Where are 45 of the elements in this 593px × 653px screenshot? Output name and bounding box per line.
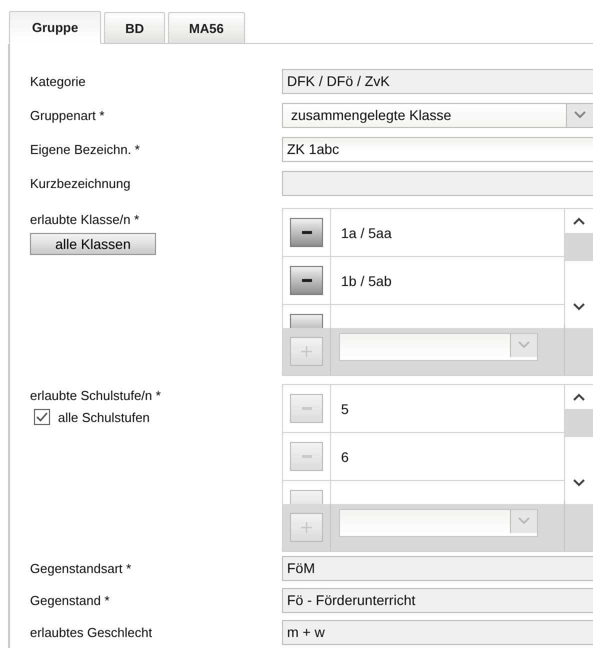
scrollbar-thumb[interactable]	[565, 233, 593, 261]
text-field[interactable]	[282, 170, 593, 196]
list-item[interactable]: 1a / 5aa	[341, 224, 392, 240]
field-label: Gruppenart *	[30, 108, 106, 122]
dropdown-field[interactable]: zusammengelegte Klasse	[282, 102, 593, 128]
tab[interactable]: BD	[104, 12, 166, 43]
field-label: erlaubte Klasse/n *	[30, 212, 140, 227]
chevron-down-icon	[518, 341, 530, 349]
chevron-down-icon	[574, 111, 586, 119]
field-label: erlaubtes Geschlecht	[30, 624, 154, 640]
checkbox-label: alle Schulstufen	[58, 410, 150, 424]
text-field[interactable]: m + w	[282, 620, 593, 644]
dropdown-field[interactable]	[339, 332, 538, 360]
field-label: Kategorie	[30, 74, 87, 88]
plus-icon	[301, 346, 312, 357]
remove-button[interactable]	[290, 266, 323, 295]
field-label: Gegenstandsart *	[30, 560, 132, 576]
minus-icon	[302, 279, 312, 282]
field-label: Eigene Bezeichn. *	[30, 142, 141, 156]
remove-button[interactable]	[290, 218, 323, 247]
chevron-up-icon	[573, 393, 585, 401]
chevron-down-icon	[518, 517, 530, 525]
add-button[interactable]	[290, 513, 323, 542]
chevron-down-icon	[573, 479, 585, 487]
list-item[interactable]: 1b / 5ab	[341, 272, 392, 288]
scrollbar-thumb[interactable]	[565, 409, 593, 437]
list-item[interactable]: 5	[341, 400, 349, 416]
text-field[interactable]: ZK 1abc	[282, 136, 593, 162]
tab[interactable]: MA56	[168, 12, 245, 43]
plus-icon	[301, 522, 312, 533]
add-button[interactable]	[290, 337, 323, 366]
field-label: Kurzbezeichnung	[30, 176, 132, 190]
text-field[interactable]: Fö - Förderunterricht	[282, 588, 593, 612]
tab[interactable]: Gruppe	[9, 11, 102, 44]
all-classes-button[interactable]: alle Klassen	[30, 233, 156, 255]
list-item[interactable]: 6	[341, 448, 349, 464]
text-field[interactable]: FöM	[282, 556, 593, 580]
dropdown-field[interactable]	[339, 508, 538, 536]
chevron-up-icon	[573, 217, 585, 225]
checkbox[interactable]	[34, 409, 50, 425]
minus-icon	[302, 231, 312, 234]
chevron-down-icon	[573, 303, 585, 311]
field-label: erlaubte Schulstufe/n *	[30, 388, 162, 403]
field-label: Gegenstand *	[30, 592, 111, 608]
text-field[interactable]: DFK / DFö / ZvK	[282, 68, 593, 94]
